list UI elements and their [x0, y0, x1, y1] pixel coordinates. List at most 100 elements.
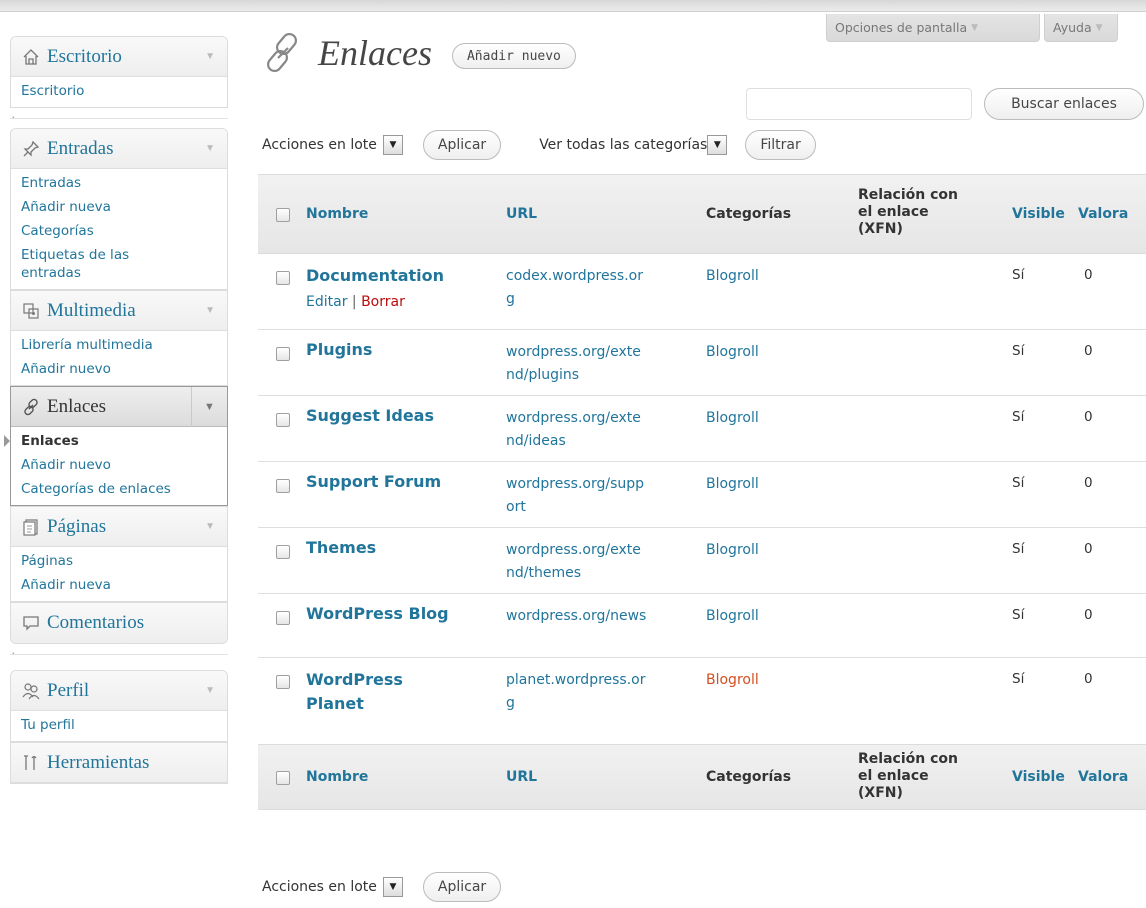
menu-head-comments[interactable]: Comentarios — [11, 603, 227, 643]
menu-head-pages[interactable]: Páginas ▼ — [11, 507, 227, 547]
link-category[interactable]: Blogroll — [706, 341, 759, 364]
submenu-categories[interactable]: Categorías — [11, 219, 227, 243]
submenu-add-media[interactable]: Añadir nuevo — [11, 357, 227, 381]
col-footer-name[interactable]: Nombre — [306, 769, 368, 785]
link-rating: 0 — [1084, 475, 1093, 491]
add-new-link-button[interactable]: Añadir nuevo — [451, 43, 576, 69]
menu-head-links[interactable]: Enlaces ▼ — [11, 387, 227, 427]
apply-button[interactable]: Aplicar — [422, 872, 502, 902]
submenu-posts[interactable]: Entradas — [11, 171, 227, 195]
link-rating: 0 — [1084, 671, 1093, 687]
menu-label-pages: Páginas — [47, 515, 107, 537]
chevron-down-icon[interactable]: ▼ — [205, 305, 215, 316]
menu-head-media[interactable]: Multimedia ▼ — [11, 291, 227, 331]
link-url[interactable]: wordpress.org/exte nd/themes — [506, 539, 641, 585]
chevron-down-icon[interactable]: ▼ — [205, 143, 215, 154]
row-checkbox[interactable] — [276, 675, 290, 689]
edit-link[interactable]: Editar — [306, 294, 347, 310]
current-page-marker — [4, 435, 10, 447]
col-header-xfn: Relación con el enlace (XFN) — [858, 187, 958, 238]
apply-button[interactable]: Aplicar — [422, 130, 502, 160]
chevron-down-icon[interactable]: ▼ — [205, 685, 215, 696]
link-category[interactable]: Blogroll — [706, 265, 759, 288]
tools-icon — [21, 753, 41, 773]
link-url[interactable]: wordpress.org/news — [506, 605, 646, 628]
filter-button[interactable]: Filtrar — [745, 130, 816, 160]
row-checkbox[interactable] — [276, 545, 290, 559]
table-row: Themes wordpress.org/exte nd/themes Blog… — [258, 528, 1146, 594]
chevron-down-icon[interactable]: ▼ — [205, 51, 215, 62]
link-visible: Sí — [1012, 343, 1025, 359]
category-filter-select[interactable]: Ver todas las categorías ▼ — [539, 132, 728, 158]
select-all-checkbox[interactable] — [276, 771, 290, 785]
link-url[interactable]: wordpress.org/supp ort — [506, 473, 644, 519]
menu-head-posts[interactable]: Entradas ▼ — [11, 129, 227, 169]
home-icon — [21, 47, 41, 67]
submenu-pages[interactable]: Páginas — [11, 549, 227, 573]
col-header-url[interactable]: URL — [506, 206, 537, 222]
col-header-rating[interactable]: Valora — [1078, 206, 1128, 222]
link-category[interactable]: Blogroll — [706, 605, 759, 628]
col-footer-visible[interactable]: Visible — [1012, 769, 1065, 785]
link-name[interactable]: WordPress Planet — [306, 668, 403, 716]
menu-profile: Perfil ▼ Tu perfil — [10, 670, 228, 742]
col-footer-xfn: Relación con el enlace (XFN) — [858, 751, 958, 802]
link-name[interactable]: Support Forum — [306, 470, 441, 494]
link-url[interactable]: planet.wordpress.or g — [506, 669, 646, 715]
link-category[interactable]: Blogroll — [706, 669, 759, 692]
row-checkbox[interactable] — [276, 271, 290, 285]
menu-head-profile[interactable]: Perfil ▼ — [11, 671, 227, 711]
col-footer-rating[interactable]: Valora — [1078, 769, 1128, 785]
link-category[interactable]: Blogroll — [706, 473, 759, 496]
link-name[interactable]: Themes — [306, 536, 376, 560]
submenu-media-library[interactable]: Librería multimedia — [11, 333, 227, 357]
bulk-actions-select[interactable]: Acciones en lote ▼ — [262, 132, 403, 158]
page-title: Enlaces — [318, 33, 432, 73]
link-name[interactable]: Plugins — [306, 338, 372, 362]
pushpin-icon — [21, 139, 41, 159]
submenu-tags[interactable]: Etiquetas de las entradas — [11, 243, 201, 285]
row-checkbox[interactable] — [276, 479, 290, 493]
search-links-button[interactable]: Buscar enlaces — [984, 88, 1144, 120]
dropdown-arrow-icon: ▼ — [382, 135, 403, 155]
link-name[interactable]: Suggest Ideas — [306, 404, 434, 428]
link-name[interactable]: WordPress Blog — [306, 602, 449, 626]
help-tab[interactable]: Ayuda ▼ — [1044, 14, 1118, 42]
chevron-down-icon[interactable]: ▼ — [191, 387, 227, 427]
submenu-add-post[interactable]: Añadir nueva — [11, 195, 227, 219]
chevron-down-icon[interactable]: ▼ — [205, 521, 215, 532]
row-checkbox[interactable] — [276, 611, 290, 625]
table-header: Nombre URL Categorías Relación con el en… — [258, 174, 1146, 254]
select-all-checkbox[interactable] — [276, 208, 290, 222]
col-header-name[interactable]: Nombre — [306, 206, 368, 222]
link-visible: Sí — [1012, 607, 1025, 623]
col-header-visible[interactable]: Visible — [1012, 206, 1065, 222]
col-header-xfn-line1: Relación con — [858, 187, 958, 203]
bulk-actions-select[interactable]: Acciones en lote ▼ — [262, 874, 403, 900]
link-url[interactable]: wordpress.org/exte nd/plugins — [506, 341, 641, 387]
link-category[interactable]: Blogroll — [706, 407, 759, 430]
submenu-add-link[interactable]: Añadir nuevo — [11, 453, 227, 477]
media-icon — [21, 301, 41, 321]
link-category[interactable]: Blogroll — [706, 539, 759, 562]
users-icon — [21, 681, 41, 701]
submenu-dashboard[interactable]: Escritorio — [11, 79, 227, 103]
submenu-add-page[interactable]: Añadir nueva — [11, 573, 227, 597]
search-links-input[interactable] — [746, 88, 972, 120]
screen-options-tab[interactable]: Opciones de pantalla ▼ — [826, 14, 1040, 42]
col-footer-url[interactable]: URL — [506, 769, 537, 785]
link-url[interactable]: wordpress.org/exte nd/ideas — [506, 407, 641, 453]
delete-link[interactable]: Borrar — [361, 294, 405, 310]
link-url-line1: wordpress.org/exte — [506, 410, 641, 426]
submenu-your-profile[interactable]: Tu perfil — [11, 713, 227, 737]
menu-head-tools[interactable]: Herramientas — [11, 743, 227, 783]
row-checkbox[interactable] — [276, 413, 290, 427]
table-row: Plugins wordpress.org/exte nd/plugins Bl… — [258, 330, 1146, 396]
table-row: Suggest Ideas wordpress.org/exte nd/idea… — [258, 396, 1146, 462]
submenu-links[interactable]: Enlaces — [11, 429, 227, 453]
link-name[interactable]: Documentation — [306, 264, 444, 288]
menu-head-dashboard[interactable]: Escritorio ▼ — [11, 37, 227, 77]
row-checkbox[interactable] — [276, 347, 290, 361]
link-url[interactable]: codex.wordpress.or g — [506, 265, 643, 311]
submenu-link-categories[interactable]: Categorías de enlaces — [11, 477, 227, 501]
